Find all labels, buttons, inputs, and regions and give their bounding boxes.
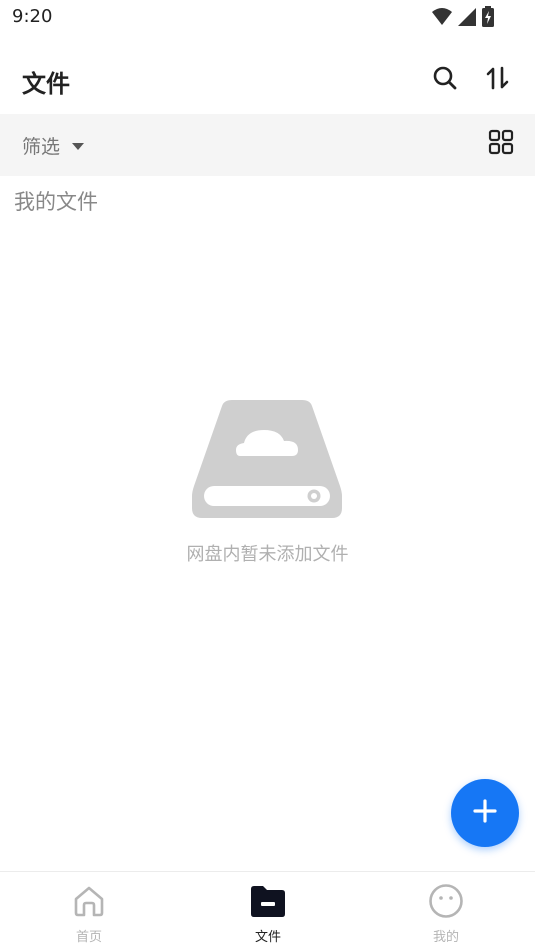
bottom-nav: 首页 文件 我的 bbox=[0, 871, 535, 951]
face-icon bbox=[427, 882, 465, 920]
wifi-icon bbox=[431, 7, 453, 31]
nav-item-home[interactable]: 首页 bbox=[29, 882, 149, 946]
status-time: 9:20 bbox=[12, 6, 53, 27]
sort-button[interactable] bbox=[482, 64, 514, 96]
app-header: 文件 bbox=[0, 50, 535, 112]
filter-bar: 筛选 bbox=[0, 114, 535, 176]
nav-label-me: 我的 bbox=[432, 930, 459, 945]
grid-view-toggle[interactable] bbox=[487, 129, 515, 159]
filter-label: 筛选 bbox=[22, 136, 61, 158]
status-bar: 9:20 bbox=[0, 0, 535, 36]
status-icons bbox=[431, 6, 495, 32]
search-icon bbox=[432, 65, 458, 95]
section-title: 我的文件 bbox=[14, 190, 98, 214]
nav-label-home: 首页 bbox=[75, 930, 102, 945]
grid-view-icon bbox=[488, 129, 514, 159]
nav-label-files: 文件 bbox=[254, 930, 281, 945]
empty-message: 网盘内暂未添加文件 bbox=[186, 544, 349, 565]
caret-down-icon bbox=[70, 136, 86, 155]
battery-charging-icon bbox=[481, 6, 495, 32]
page-title: 文件 bbox=[22, 70, 70, 98]
plus-icon bbox=[472, 798, 498, 828]
filter-dropdown[interactable]: 筛选 bbox=[22, 132, 86, 159]
cloud-drive-icon bbox=[192, 400, 342, 524]
nav-item-files[interactable]: 文件 bbox=[208, 882, 328, 946]
sort-icon bbox=[485, 65, 511, 95]
home-icon bbox=[70, 882, 108, 920]
folder-icon bbox=[249, 882, 287, 920]
nav-item-me[interactable]: 我的 bbox=[386, 882, 506, 946]
search-button[interactable] bbox=[429, 64, 461, 96]
cellular-signal-icon bbox=[457, 7, 477, 31]
add-file-button[interactable] bbox=[451, 779, 519, 847]
